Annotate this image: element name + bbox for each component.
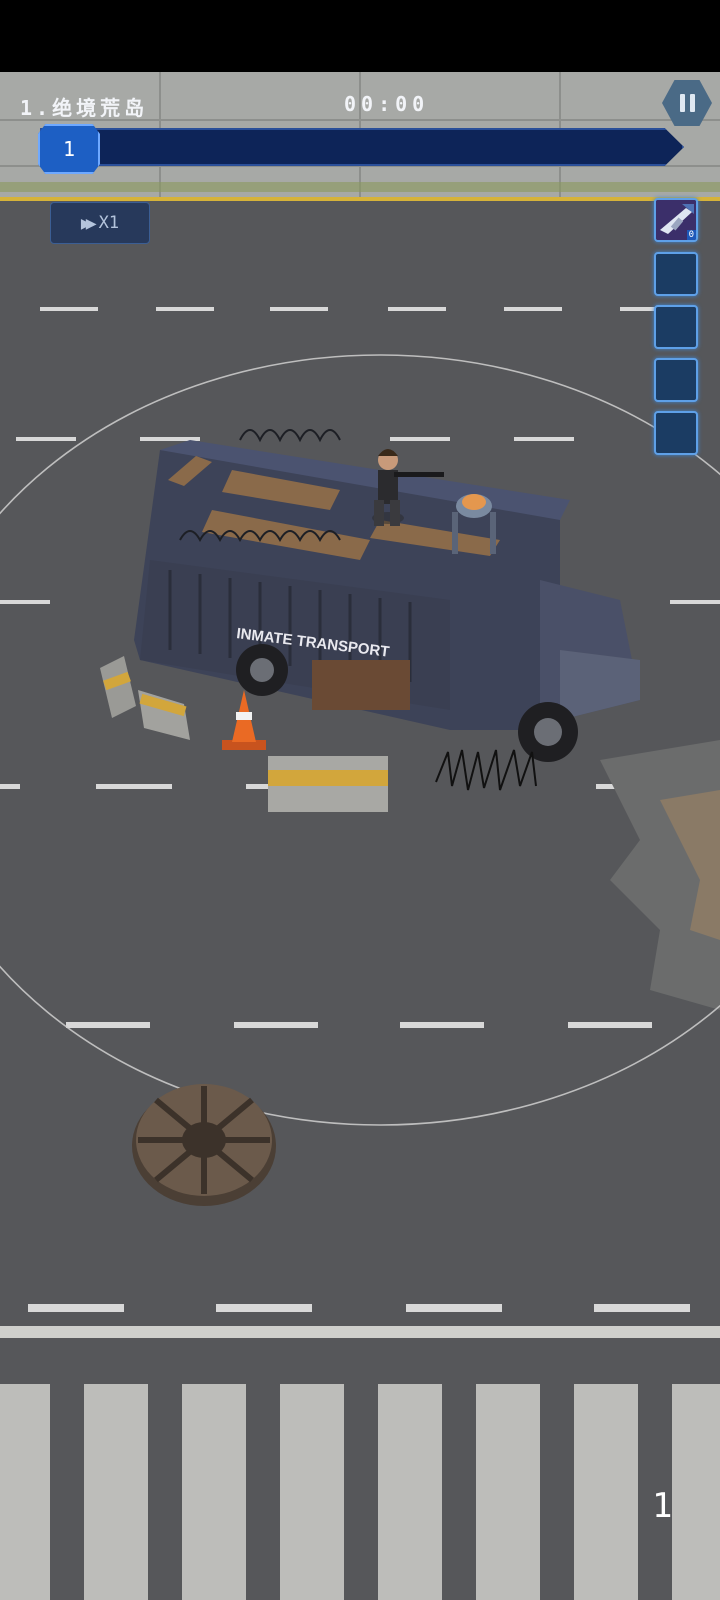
curb-yellow-line: [0, 197, 720, 201]
speed-toggle-button[interactable]: ▶▶ X1: [50, 202, 150, 244]
wave-number-badge: 1: [38, 124, 100, 174]
skill-slot-2[interactable]: [654, 252, 698, 296]
skill-slot-1[interactable]: 0: [654, 198, 698, 242]
status-bar-area: [0, 0, 720, 72]
wave-progress-bar: [40, 128, 684, 166]
grass-strip: [0, 182, 720, 192]
level-title: 1.绝境荒岛: [20, 96, 149, 120]
timer: 00:00: [344, 92, 430, 116]
skill-slot-5[interactable]: [654, 411, 698, 455]
skill-slot-3[interactable]: [654, 305, 698, 349]
pause-icon: [679, 94, 695, 112]
wave-number-text: 1: [62, 137, 76, 161]
skill-slot-4[interactable]: [654, 358, 698, 402]
stop-line: [0, 1326, 720, 1338]
fast-forward-icon: ▶▶: [80, 212, 97, 234]
corner-counter: 1: [652, 1486, 673, 1526]
skill-slot-count: 0: [686, 230, 696, 240]
speed-label: X1: [98, 213, 120, 233]
